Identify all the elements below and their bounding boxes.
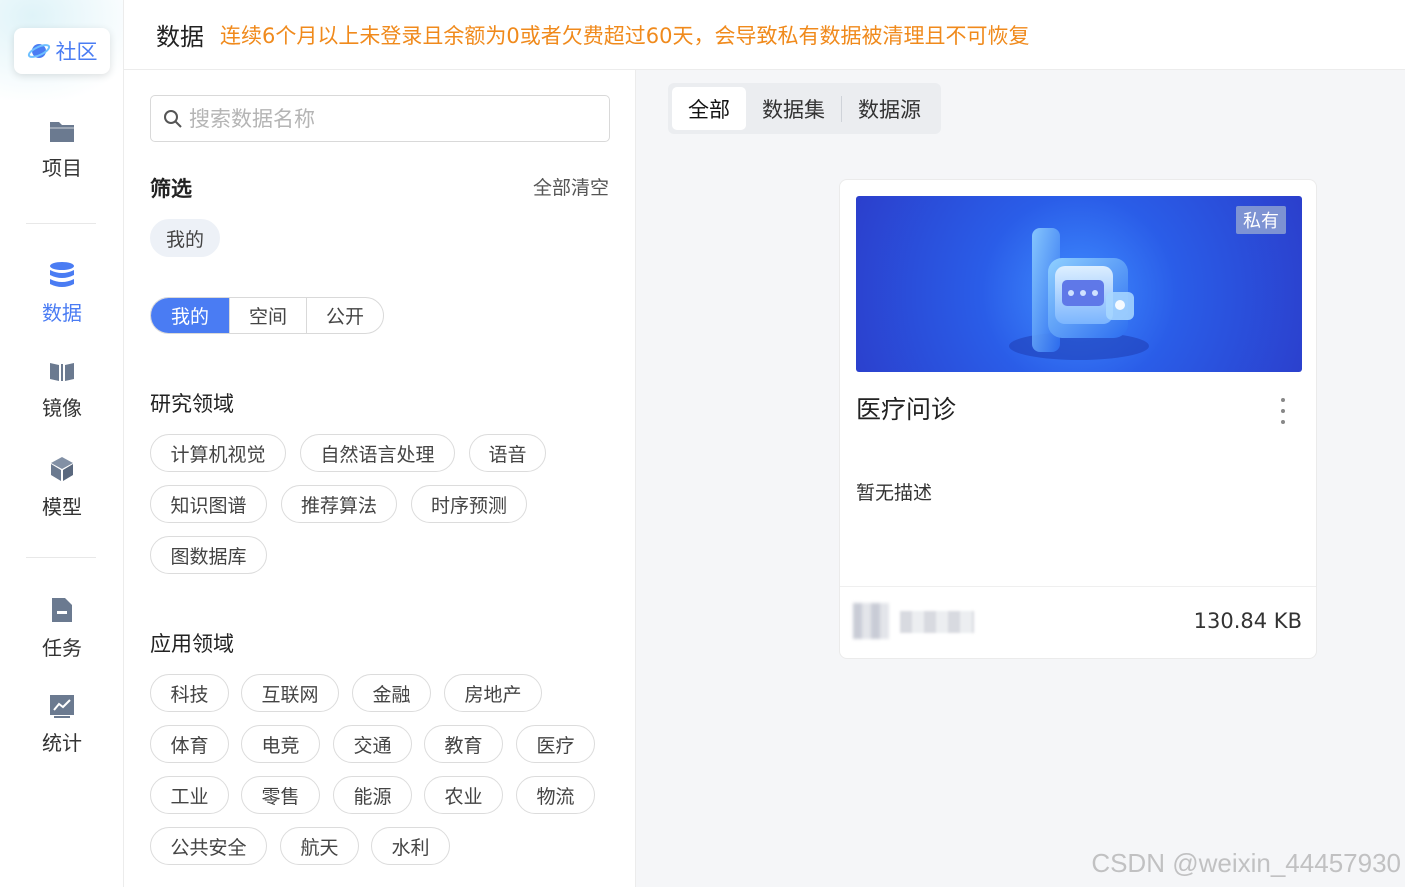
- search-icon: [164, 109, 182, 128]
- page-title: 数据: [156, 23, 204, 51]
- tab-all[interactable]: 全部: [672, 87, 746, 130]
- card-footer: 130.84 KB: [840, 586, 1316, 658]
- page-header: 数据 连续6个月以上未登录且余额为0或者欠费超过60天，会导致私有数据被清理且不…: [124, 0, 1405, 70]
- folder-icon: [50, 122, 74, 142]
- application-chip[interactable]: 医疗: [516, 725, 595, 763]
- search-input[interactable]: [189, 106, 589, 131]
- application-chip[interactable]: 交通: [333, 725, 412, 763]
- application-chip[interactable]: 农业: [424, 776, 503, 814]
- main-content: 全部 数据集 数据源 私有 医疗问诊 暂无描述 130.84 KB: [636, 70, 1405, 887]
- dataset-description: 暂无描述: [856, 482, 933, 504]
- warning-text: 连续6个月以上未登录且余额为0或者欠费超过60天，会导致私有数据被清理且不可恢复: [220, 23, 1030, 48]
- community-button[interactable]: 社区: [14, 28, 110, 74]
- database-icon: [50, 262, 74, 287]
- filter-panel: 筛选 全部清空 我的 我的 空间 公开 研究领域 计算机视觉 自然语言处理 语音…: [124, 70, 636, 887]
- application-chip[interactable]: 航天: [280, 827, 359, 865]
- dataset-title[interactable]: 医疗问诊: [856, 390, 956, 426]
- application-chip[interactable]: 物流: [516, 776, 595, 814]
- research-chip[interactable]: 时序预测: [411, 485, 527, 523]
- nav-label-stats: 统计: [42, 731, 82, 755]
- application-chip[interactable]: 电竞: [241, 725, 320, 763]
- planet-icon: [27, 44, 50, 58]
- research-section-title: 研究领域: [150, 392, 234, 416]
- more-options-icon[interactable]: [1280, 398, 1286, 424]
- research-chip[interactable]: 知识图谱: [150, 485, 267, 523]
- tab-datasets[interactable]: 数据集: [746, 87, 841, 130]
- application-chip[interactable]: 科技: [150, 674, 229, 712]
- nav-label-task: 任务: [42, 636, 82, 660]
- type-tabs: 全部 数据集 数据源: [668, 83, 941, 134]
- nav-item-data[interactable]: 数据: [0, 261, 123, 326]
- community-label: 社区: [55, 40, 98, 64]
- dataset-cover-image: 私有: [856, 196, 1302, 372]
- nav-label-project: 项目: [42, 156, 82, 180]
- nav-item-task[interactable]: 任务: [0, 596, 123, 661]
- research-chip[interactable]: 推荐算法: [281, 485, 397, 523]
- nav-item-mirror[interactable]: 镜像: [0, 360, 123, 421]
- scope-space[interactable]: 空间: [229, 298, 306, 333]
- watermark-text: CSDN @weixin_44457930: [1091, 848, 1401, 878]
- nav-item-stats[interactable]: 统计: [0, 693, 123, 756]
- search-box[interactable]: [150, 95, 610, 142]
- application-chip[interactable]: 水利: [371, 827, 450, 865]
- clear-all-link[interactable]: 全部清空: [533, 173, 609, 200]
- scope-public[interactable]: 公开: [306, 298, 383, 333]
- filter-title: 筛选: [150, 177, 192, 201]
- mirror-icon: [50, 363, 74, 381]
- nav-label-data: 数据: [42, 301, 82, 325]
- chart-icon: [50, 695, 74, 718]
- left-nav: 社区 项目 数据 镜像 模型 任务 统计: [0, 0, 124, 887]
- nav-item-model[interactable]: 模型: [0, 455, 123, 520]
- scope-toggle: 我的 空间 公开: [150, 297, 384, 334]
- research-chip[interactable]: 计算机视觉: [150, 434, 286, 472]
- research-chip[interactable]: 语音: [469, 434, 546, 472]
- nav-label-mirror: 镜像: [42, 396, 82, 420]
- application-chip[interactable]: 互联网: [241, 674, 339, 712]
- selected-filter-chip[interactable]: 我的: [150, 219, 220, 257]
- tab-datasources[interactable]: 数据源: [842, 87, 937, 130]
- dataset-card[interactable]: 私有 医疗问诊 暂无描述 130.84 KB: [839, 179, 1317, 659]
- application-chip[interactable]: 零售: [241, 776, 320, 814]
- username-blurred: [900, 611, 974, 633]
- avatar: [853, 603, 889, 639]
- application-chip[interactable]: 能源: [333, 776, 412, 814]
- nav-divider: [26, 223, 96, 224]
- private-tag: 私有: [1236, 206, 1286, 234]
- cube-icon: [51, 457, 73, 481]
- research-chip[interactable]: 自然语言处理: [300, 434, 455, 472]
- scope-mine[interactable]: 我的: [151, 298, 229, 333]
- application-chip[interactable]: 教育: [424, 725, 503, 763]
- application-chip[interactable]: 公共安全: [150, 827, 267, 865]
- application-chip[interactable]: 体育: [150, 725, 229, 763]
- application-chip[interactable]: 房地产: [444, 674, 542, 712]
- dataset-size: 130.84 KB: [1193, 609, 1302, 633]
- task-icon: [52, 598, 72, 622]
- application-chip[interactable]: 金融: [352, 674, 431, 712]
- nav-item-project[interactable]: 项目: [0, 118, 123, 181]
- research-chip[interactable]: 图数据库: [150, 536, 267, 574]
- application-section-title: 应用领域: [150, 632, 234, 656]
- nav-divider: [26, 557, 96, 558]
- nav-label-model: 模型: [42, 495, 82, 519]
- application-chip[interactable]: 工业: [150, 776, 229, 814]
